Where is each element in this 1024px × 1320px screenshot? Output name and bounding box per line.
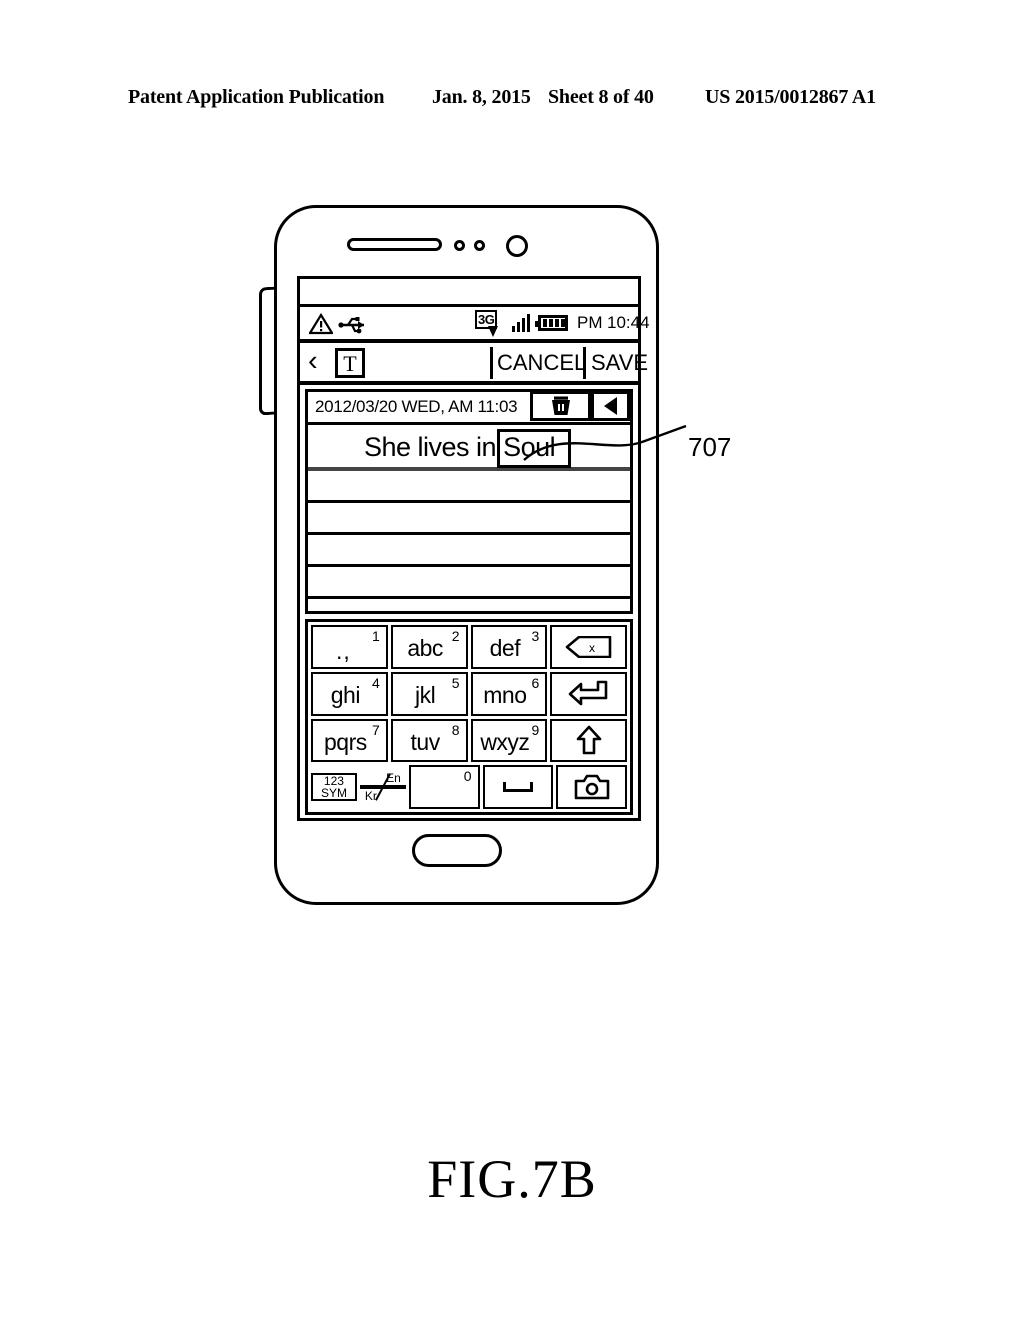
- key-label: mno: [483, 682, 527, 709]
- backspace-icon: x: [565, 635, 613, 658]
- t9-keyboard: ., 1 abc 2 def 3 x ghi 4 jkl 5 mno 6 pqr…: [305, 619, 633, 815]
- keyboard-row: ., 1 abc 2 def 3 x: [311, 625, 627, 669]
- key-tuv[interactable]: tuv 8: [390, 718, 468, 763]
- highlighted-word[interactable]: Soul: [497, 429, 572, 468]
- front-camera-icon: [506, 235, 528, 257]
- proximity-sensor-icon: [454, 240, 465, 251]
- status-am-pm: PM: [577, 313, 603, 332]
- back-chevron-icon[interactable]: ‹: [308, 345, 318, 378]
- key-pqrs[interactable]: pqrs 7: [311, 718, 388, 763]
- enter-icon: [568, 680, 610, 708]
- key-digit: 0: [463, 768, 472, 785]
- key-wxyz[interactable]: wxyz 9: [470, 718, 548, 763]
- key-digit: 6: [531, 674, 540, 691]
- key-punctuation[interactable]: ., 1: [311, 625, 388, 669]
- status-clock: 10:44: [607, 313, 650, 332]
- memo-empty-line[interactable]: [308, 471, 630, 503]
- key-zero[interactable]: 0: [408, 765, 480, 809]
- key-ghi[interactable]: ghi 4: [311, 671, 388, 716]
- key-label: abc: [407, 635, 443, 662]
- backspace-key[interactable]: x: [550, 625, 627, 669]
- symbol-line-2: SYM: [320, 786, 347, 801]
- key-label: wxyz: [480, 728, 530, 755]
- key-digit: 5: [451, 674, 460, 691]
- cancel-button[interactable]: CANCEL: [497, 350, 586, 376]
- symbol-key-label: 123 SYM: [321, 775, 347, 799]
- figure-caption: FIG.7B: [427, 1149, 597, 1209]
- key-digit: 1: [371, 628, 380, 644]
- screen-top-strip: [300, 279, 638, 307]
- memo-timestamp: 2012/03/20 WED, AM 11:03: [315, 397, 518, 416]
- memo-date-bar: 2012/03/20 WED, AM 11:03: [308, 391, 630, 425]
- key-digit: 2: [451, 628, 460, 644]
- save-button[interactable]: SAVE: [591, 350, 648, 376]
- key-label: jkl: [415, 682, 436, 709]
- camera-key[interactable]: [556, 765, 627, 809]
- memo-empty-line[interactable]: [308, 535, 630, 567]
- memo-empty-line[interactable]: [308, 503, 630, 535]
- warning-triangle-icon: [309, 313, 333, 335]
- language-toggle-key[interactable]: Kr En: [359, 771, 406, 803]
- key-digit: 7: [371, 721, 380, 738]
- keyboard-row: ghi 4 jkl 5 mno 6: [311, 671, 627, 716]
- status-bar: 3G PM 10:44: [300, 307, 650, 343]
- memo-editor: 2012/03/20 WED, AM 11:03 She lives in Sou…: [305, 389, 633, 614]
- publication-label: Patent Application Publication: [128, 86, 385, 108]
- signal-bars-icon: [512, 314, 530, 332]
- patent-page-header: Patent Application Publication Jan. 8, 2…: [0, 86, 1024, 116]
- callout-number: 707: [688, 432, 732, 462]
- spacebar-icon: [502, 782, 533, 793]
- text-tool-button[interactable]: T: [335, 348, 365, 378]
- memo-text-content: She lives in Soul: [364, 429, 572, 468]
- svg-text:x: x: [589, 641, 595, 655]
- network-type-indicator: 3G: [475, 310, 498, 337]
- key-label: ghi: [330, 682, 361, 709]
- key-label: tuv: [410, 728, 441, 755]
- key-digit: 8: [451, 721, 460, 738]
- toolbar-divider: [583, 347, 586, 379]
- data-download-arrow-icon: [488, 326, 498, 337]
- home-button[interactable]: [412, 834, 502, 867]
- previous-triangle-icon[interactable]: [591, 391, 630, 421]
- trash-icon[interactable]: [530, 391, 591, 421]
- phone-screen: 3G PM 10:44 ‹ T CANCEL SAVE 2012/03/20 W…: [297, 276, 650, 821]
- key-label: pqrs: [324, 728, 367, 755]
- publication-date: Jan. 8, 2015: [432, 86, 531, 108]
- key-digit: 3: [531, 628, 540, 644]
- space-key[interactable]: [482, 765, 554, 809]
- language-en-label: En: [386, 771, 401, 786]
- battery-icon: [535, 315, 568, 331]
- shift-up-arrow-icon: [576, 725, 602, 755]
- key-jkl[interactable]: jkl 5: [390, 671, 468, 716]
- enter-key[interactable]: [550, 671, 627, 716]
- key-def[interactable]: def 3: [470, 625, 548, 669]
- sheet-number: Sheet 8 of 40: [548, 86, 654, 108]
- toolbar-divider: [490, 347, 493, 379]
- camera-icon: [574, 774, 610, 800]
- shift-key[interactable]: [550, 718, 627, 763]
- memo-empty-line[interactable]: [308, 567, 630, 599]
- phone-device: 3G PM 10:44 ‹ T CANCEL SAVE 2012/03/20 W…: [274, 205, 659, 905]
- memo-text-line[interactable]: She lives in Soul: [308, 425, 630, 471]
- keyboard-row: 123 SYM Kr En 0: [311, 765, 627, 809]
- speaker-grille-icon: [347, 238, 442, 251]
- app-toolbar: ‹ T CANCEL SAVE: [300, 343, 648, 385]
- symbol-language-group: 123 SYM Kr En: [311, 765, 406, 809]
- usb-icon: [338, 316, 368, 334]
- key-label: def: [489, 635, 521, 662]
- key-label: .,: [335, 638, 351, 665]
- light-sensor-icon: [474, 240, 485, 251]
- key-mno[interactable]: mno 6: [470, 671, 548, 716]
- language-kr-label: Kr: [364, 789, 377, 804]
- patent-number: US 2015/0012867 A1: [705, 86, 876, 108]
- symbol-key[interactable]: 123 SYM: [311, 773, 357, 802]
- keyboard-row: pqrs 7 tuv 8 wxyz 9: [311, 718, 627, 763]
- memo-text-prefix: She lives in: [364, 432, 497, 462]
- key-digit: 9: [531, 721, 540, 738]
- key-digit: 4: [371, 674, 380, 691]
- key-abc[interactable]: abc 2: [390, 625, 468, 669]
